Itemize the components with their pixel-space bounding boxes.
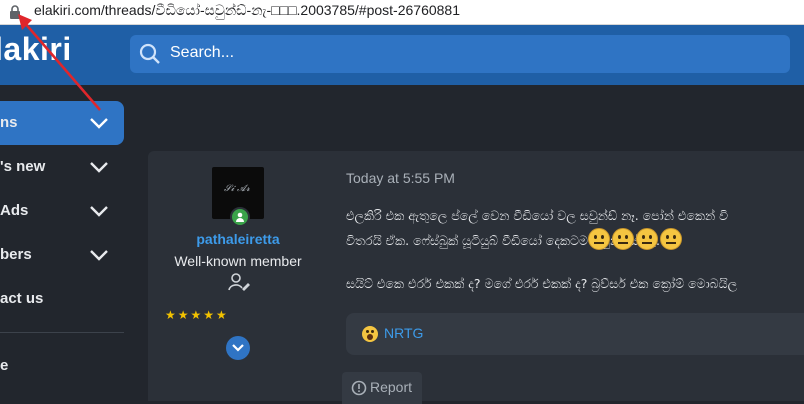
report-button[interactable]: Report (342, 372, 422, 404)
sidebar-item-more[interactable]: e (0, 344, 124, 388)
header-edge (790, 25, 804, 85)
online-status-icon (230, 207, 250, 227)
expand-user-info-button[interactable] (226, 336, 250, 360)
chevron-down-icon[interactable] (88, 245, 110, 265)
astonished-face-icon (362, 326, 378, 342)
reaction-summary-bar[interactable]: NRTG (346, 313, 804, 355)
search-placeholder: Search... (170, 44, 235, 61)
sidebar-item-ads[interactable]: Ads (0, 189, 124, 233)
sidebar-item-label: 's new (0, 158, 46, 175)
neutral-face-icon (636, 228, 658, 250)
user-rating-stars: ★★★★★ (165, 308, 229, 322)
lock-icon (10, 5, 20, 19)
chevron-down-icon[interactable] (88, 201, 110, 221)
user-edit-icon (228, 273, 250, 291)
forum-post: 𝓢𝓲 𝓐𝓻 pathaleiretta Well-known member ★★… (148, 151, 804, 404)
avatar-signature-art: 𝓢𝓲 𝓐𝓻 (224, 184, 250, 194)
sidebar-item-label: e (0, 357, 9, 374)
reaction-user-link[interactable]: NRTG (384, 325, 423, 341)
sidebar-item-forums[interactable]: ns (0, 101, 124, 145)
url-text[interactable]: elakiri.com/threads/වීඩියෝ-සවුන්ඩ්-නැ-□□… (34, 2, 460, 19)
sidebar-item-label: act us (0, 290, 44, 307)
sidebar-divider (0, 332, 124, 333)
sidebar-item-label: Ads (0, 202, 29, 219)
sidebar-item-members[interactable]: bers (0, 233, 124, 277)
neutral-face-icon (612, 228, 634, 250)
post-timestamp[interactable]: Today at 5:55 PM (346, 170, 455, 186)
search-icon (139, 43, 160, 64)
site-logo[interactable]: lakiri (0, 31, 72, 68)
post-message-line: එලකිරි එක ඇතුලෙ ප්ලේ වෙන වීඩියෝ වල සවුන්… (346, 208, 729, 223)
chevron-down-icon[interactable] (88, 157, 110, 177)
chevron-down-icon (232, 344, 244, 352)
report-icon (351, 380, 367, 396)
post-author-username[interactable]: pathaleiretta (148, 231, 328, 247)
site-header: lakiri Search... (0, 25, 804, 85)
sidebar-item-label: bers (0, 246, 32, 263)
neutral-face-icon (660, 228, 682, 250)
chevron-down-icon[interactable] (88, 113, 110, 133)
sidebar-item-whats-new[interactable]: 's new (0, 145, 124, 189)
search-input[interactable]: Search... (130, 35, 790, 73)
sidebar-item-contact-us[interactable]: act us (0, 277, 124, 321)
address-bar[interactable]: elakiri.com/threads/වීඩියෝ-සවුන්ඩ්-නැ-□□… (0, 0, 804, 25)
post-message-line: සයිට් එකෙ එරර් එකක් ද? මගේ එරර් එකක් ද? … (346, 276, 738, 291)
sidebar-item-label: ns (0, 114, 18, 131)
neutral-face-icon (588, 228, 610, 250)
post-author-title: Well-known member (174, 253, 302, 269)
